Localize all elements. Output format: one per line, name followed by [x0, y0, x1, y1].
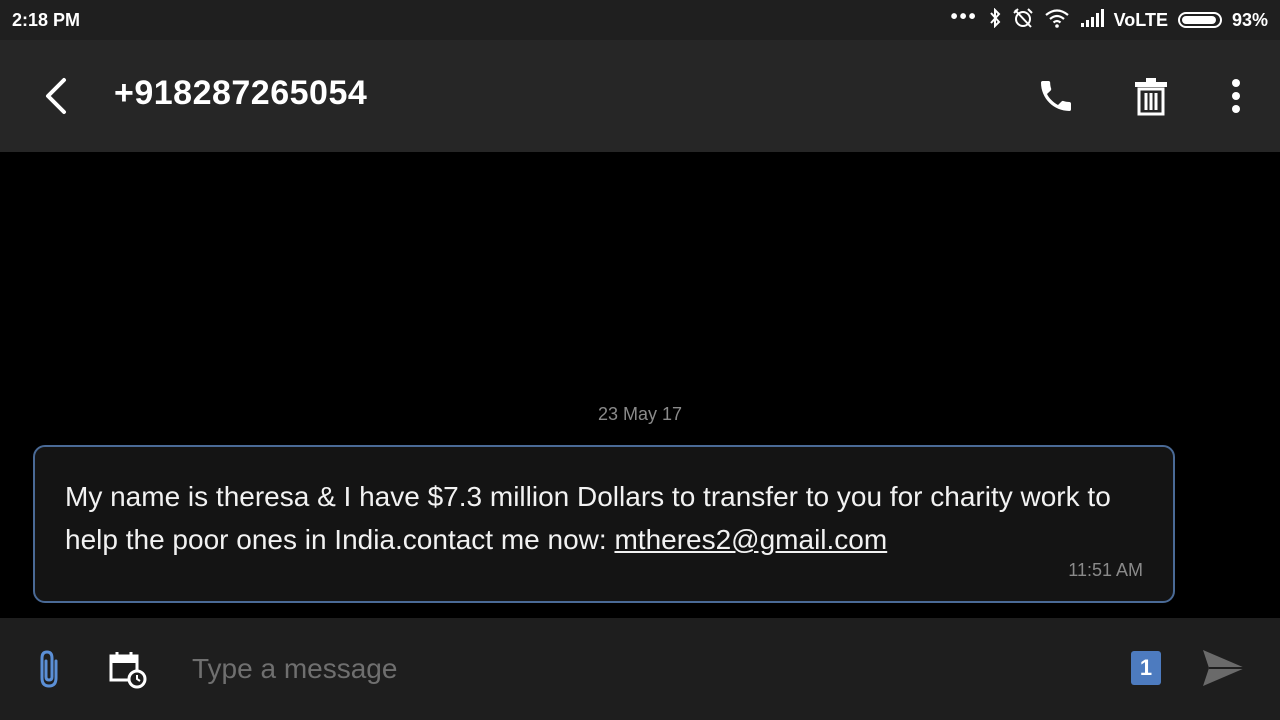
- contact-title: +918287265054: [114, 74, 368, 112]
- send-icon: [1203, 650, 1245, 686]
- message-bubble[interactable]: My name is theresa & I have $7.3 million…: [33, 445, 1175, 603]
- more-dots-icon: •••: [950, 6, 978, 28]
- message-text: My name is theresa & I have $7.3 million…: [65, 475, 1143, 561]
- bluetooth-icon: [988, 7, 1002, 33]
- conversation-area: 23 May 17 My name is theresa & I have $7…: [0, 152, 1280, 618]
- app-bar: +918287265054: [0, 40, 1280, 152]
- attach-button[interactable]: [26, 646, 72, 692]
- wifi-icon: [1044, 8, 1070, 33]
- network-label: VoLTE: [1113, 9, 1168, 30]
- trash-icon: [1135, 78, 1167, 116]
- signal-icon: [1080, 8, 1104, 32]
- status-time: 2:18 PM: [12, 9, 81, 30]
- sim-selector[interactable]: 1: [1131, 651, 1161, 685]
- attach-icon: [40, 650, 58, 688]
- send-button[interactable]: [1198, 644, 1250, 692]
- status-icons: ••• VoLTE 93%: [951, 7, 1268, 34]
- date-separator: 23 May 17: [597, 404, 683, 424]
- back-button[interactable]: [32, 72, 80, 120]
- schedule-icon: [109, 652, 147, 689]
- email-link[interactable]: mtheres2@gmail.com: [614, 524, 887, 555]
- message-timestamp: 11:51 AM: [1068, 560, 1143, 580]
- status-bar: 2:18 PM ••• VoLTE 93%: [0, 0, 1280, 40]
- message-input[interactable]: [180, 644, 1104, 694]
- battery-percent: 93%: [1231, 9, 1268, 30]
- delete-button[interactable]: [1127, 72, 1175, 120]
- more-vert-icon: [1232, 79, 1240, 113]
- phone-icon: [1041, 81, 1071, 111]
- message-body: My name is theresa & I have $7.3 million…: [65, 481, 1111, 555]
- battery-icon: [1177, 12, 1222, 28]
- back-arrow-icon: [46, 78, 66, 114]
- schedule-button[interactable]: [104, 646, 150, 692]
- alarm-off-icon: [1012, 7, 1034, 34]
- message-composer: [0, 618, 1280, 720]
- more-options-button[interactable]: [1212, 72, 1260, 120]
- call-button[interactable]: [1032, 72, 1080, 120]
